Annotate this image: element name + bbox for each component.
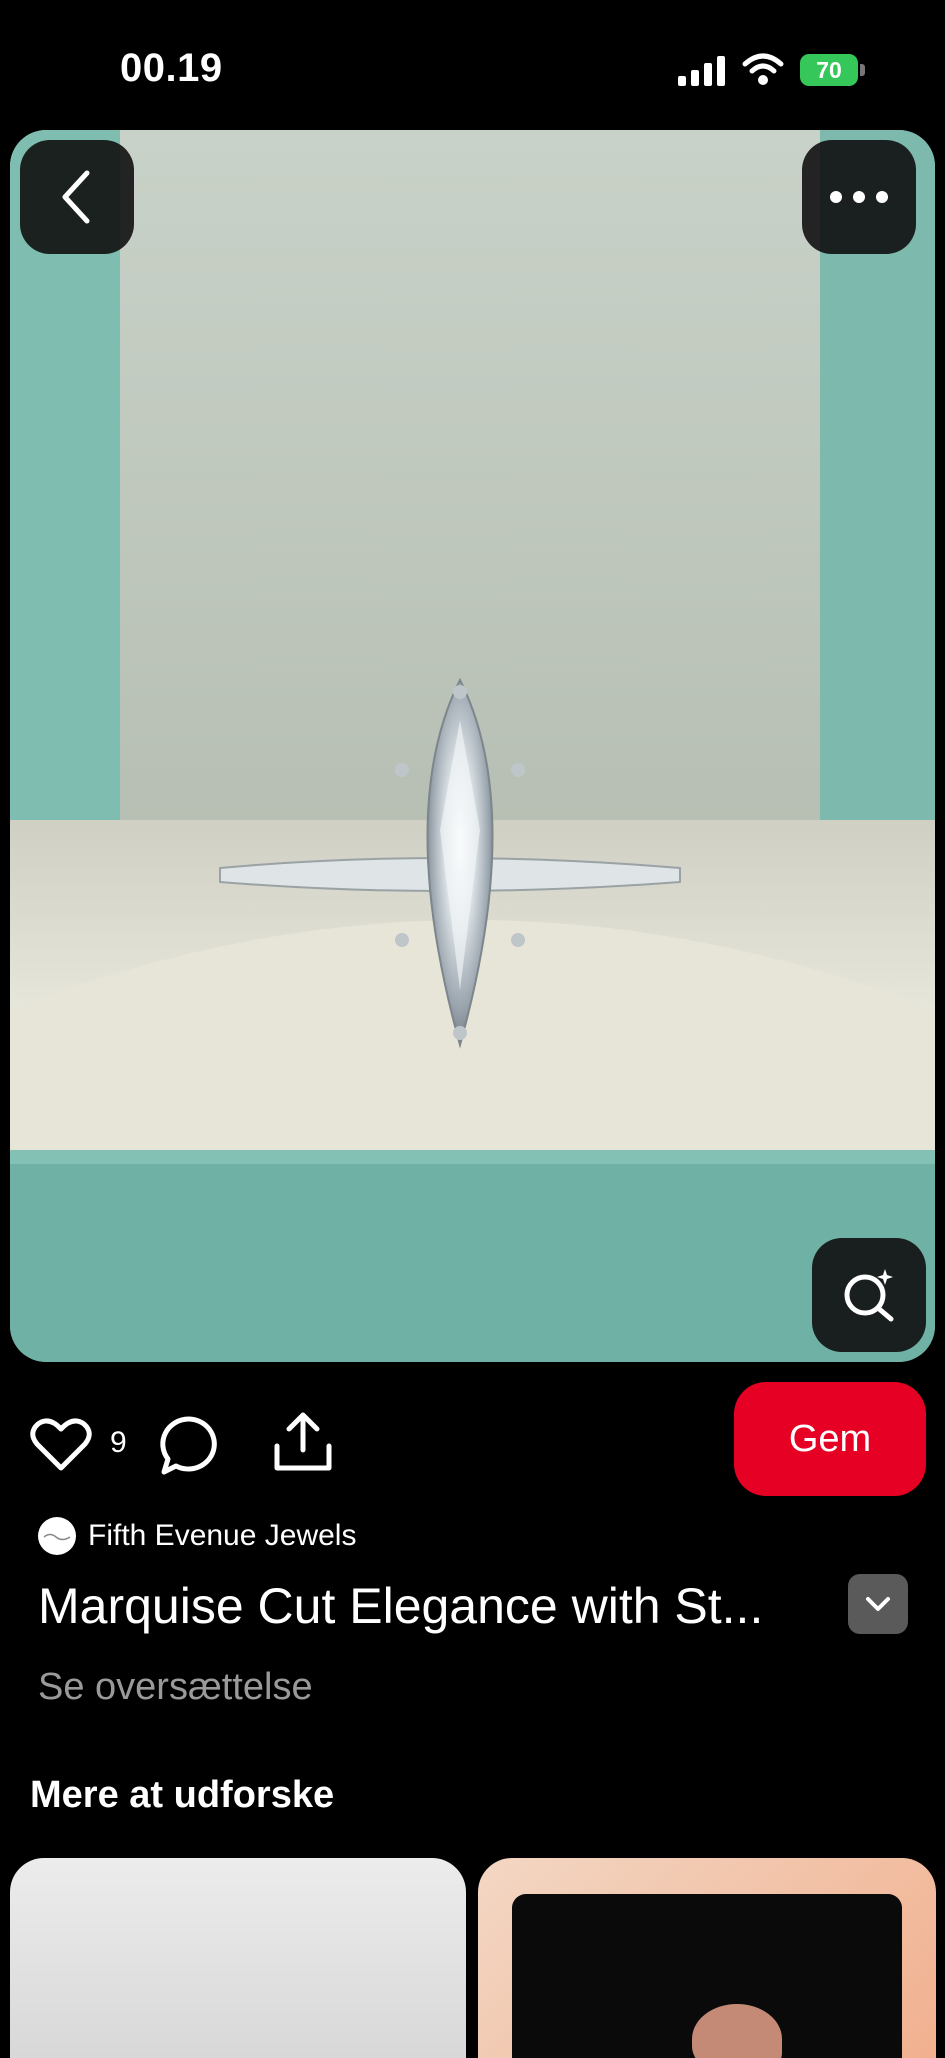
- pin-image[interactable]: [10, 130, 935, 1362]
- share-icon: [274, 1412, 332, 1471]
- battery-icon: 70: [800, 54, 866, 86]
- more-options-button[interactable]: [802, 140, 916, 254]
- explore-card[interactable]: [10, 1858, 466, 2058]
- battery-tip: [860, 64, 865, 76]
- see-translation-link[interactable]: Se oversættelse: [38, 1666, 313, 1709]
- visual-search-button[interactable]: [812, 1238, 926, 1352]
- pin-title: Marquise Cut Elegance with St...: [38, 1578, 764, 1634]
- more-to-explore-heading: Mere at udforske: [30, 1774, 335, 1816]
- avatar[interactable]: [38, 1517, 76, 1555]
- battery-level: 70: [800, 54, 858, 86]
- explore-card[interactable]: [478, 1858, 936, 2058]
- chevron-left-icon: [62, 170, 90, 224]
- card-image: [512, 1894, 902, 2058]
- creator-name[interactable]: Fifth Evenue Jewels: [88, 1519, 356, 1553]
- comment-button[interactable]: [158, 1414, 220, 1476]
- chevron-down-icon: [866, 1597, 890, 1611]
- share-button[interactable]: [272, 1410, 334, 1474]
- like-count: 9: [110, 1426, 127, 1459]
- more-horizontal-icon: [830, 191, 888, 203]
- status-bar: 00.19 70: [0, 0, 945, 130]
- save-button[interactable]: Gem: [734, 1382, 926, 1496]
- brand-logo-icon: [43, 1533, 71, 1541]
- creator[interactable]: Fifth Evenue Jewels: [38, 1514, 356, 1558]
- signal-icon: [678, 56, 725, 86]
- wifi-icon: [742, 53, 784, 85]
- card-image-hand: [692, 2004, 782, 2058]
- status-time: 00.19: [120, 46, 223, 90]
- back-button[interactable]: [20, 140, 134, 254]
- comment-icon: [160, 1416, 217, 1475]
- visual-search-icon: [844, 1269, 894, 1322]
- like-button[interactable]: [30, 1416, 92, 1472]
- expand-description-button[interactable]: [848, 1574, 908, 1634]
- heart-icon: [30, 1418, 92, 1471]
- pin-actions: 9 Gem: [0, 1380, 945, 1504]
